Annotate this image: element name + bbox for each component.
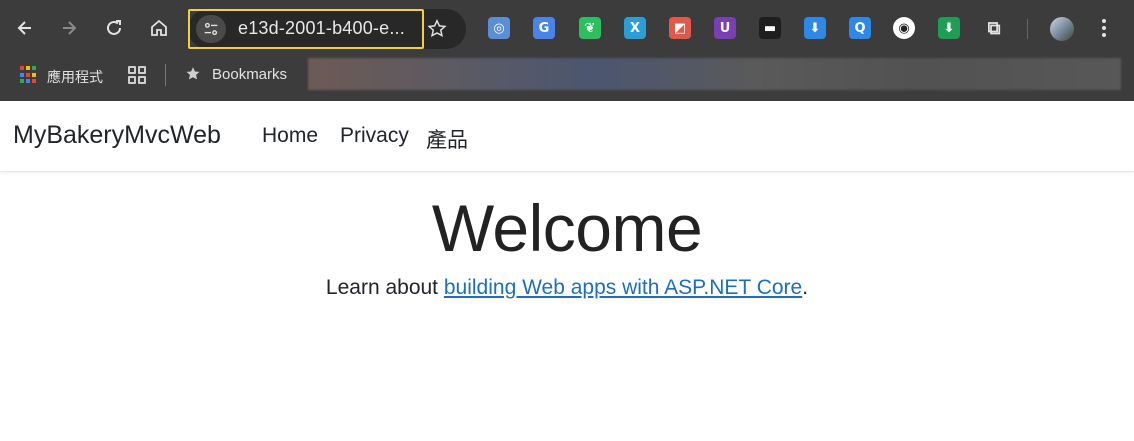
toolbar-separator <box>1027 19 1028 39</box>
tab-groups-icon[interactable] <box>128 66 146 84</box>
nav-link-privacy[interactable]: Privacy <box>340 124 409 148</box>
site-brand-link[interactable]: MyBakeryMvcWeb <box>13 121 221 150</box>
back-button[interactable] <box>11 14 39 42</box>
green-download-icon[interactable]: ⬇ <box>938 17 960 39</box>
u-extension-icon[interactable]: U <box>714 17 736 39</box>
opera-icon[interactable]: ◎ <box>488 17 510 39</box>
bookmark-star-icon[interactable] <box>426 18 448 40</box>
x-extension-icon[interactable]: X <box>624 17 646 39</box>
google-translate-icon[interactable]: G <box>533 17 555 39</box>
back-arrow-icon <box>17 21 31 35</box>
forward-button[interactable] <box>55 14 83 42</box>
home-button[interactable] <box>145 14 173 42</box>
bookmarks-separator <box>165 64 166 86</box>
bookmarks-star-icon <box>186 67 200 80</box>
browser-toolbar: e13d-2001-b400-e... ◎ G ❦ X ◩ U ▬ ⬇ Q ◉ ⬇ ⧉ <box>0 0 1134 58</box>
learn-suffix: . <box>802 276 809 299</box>
dot-icon <box>1102 19 1106 23</box>
spy-extension-icon[interactable]: ◉ <box>893 17 915 39</box>
nav-link-products[interactable]: 產品 <box>426 124 468 154</box>
page-title: Welcome <box>431 191 703 265</box>
forward-arrow-icon <box>63 21 77 35</box>
file-download-icon[interactable]: ⬇ <box>804 17 826 39</box>
nav-link-home[interactable]: Home <box>262 124 318 148</box>
apps-bookmark-label[interactable]: 應用程式 <box>47 67 103 87</box>
profile-avatar[interactable] <box>1050 17 1074 41</box>
dot-icon <box>1102 33 1106 37</box>
blurred-bookmarks-area <box>308 58 1121 90</box>
learn-paragraph: Learn about building Web apps with ASP.N… <box>0 276 1134 300</box>
evernote-icon[interactable]: ❦ <box>579 17 601 39</box>
reload-icon <box>107 20 121 35</box>
puzzle-icon[interactable]: ⧉ <box>983 17 1005 39</box>
dot-icon <box>1102 26 1106 30</box>
home-icon <box>151 19 167 36</box>
address-highlight-box <box>188 9 424 49</box>
terminal-extension-icon[interactable]: ▬ <box>759 17 781 39</box>
learn-prefix: Learn about <box>325 276 444 299</box>
browser-menu-button[interactable] <box>1097 16 1111 40</box>
apps-grid-icon[interactable] <box>20 66 38 84</box>
aspnet-docs-link[interactable]: building Web apps with ASP.NET Core <box>444 276 802 299</box>
bookmarks-folder-label[interactable]: Bookmarks <box>212 66 287 83</box>
q-extension-icon[interactable]: Q <box>849 17 871 39</box>
reload-button[interactable] <box>100 14 128 42</box>
color-extension-icon[interactable]: ◩ <box>669 17 691 39</box>
